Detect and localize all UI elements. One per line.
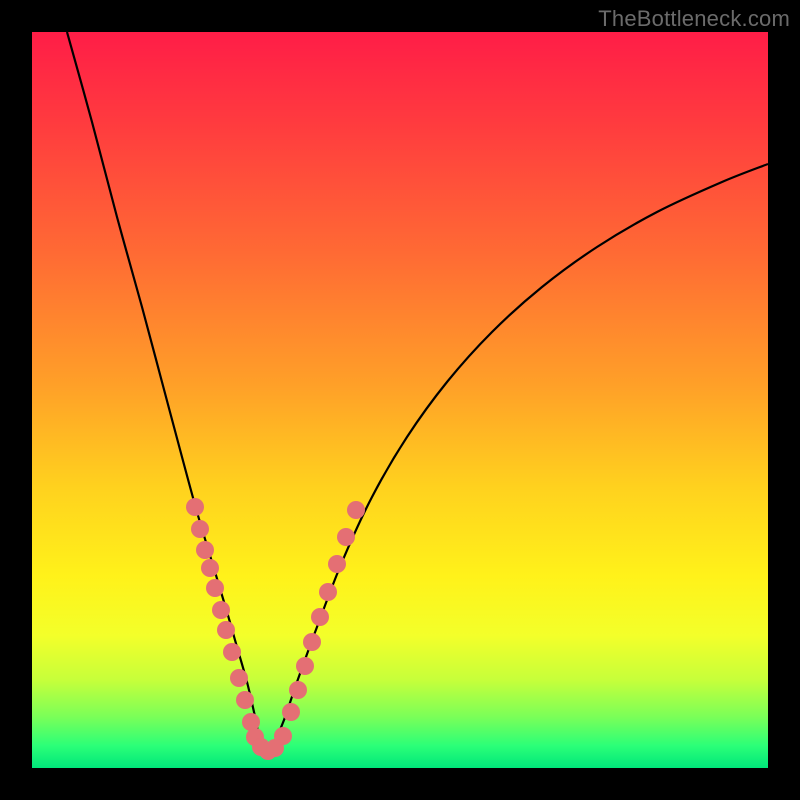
data-point bbox=[212, 601, 230, 619]
scatter-dots bbox=[186, 498, 365, 760]
data-point bbox=[311, 608, 329, 626]
data-point bbox=[223, 643, 241, 661]
data-point bbox=[186, 498, 204, 516]
data-point bbox=[196, 541, 214, 559]
data-point bbox=[206, 579, 224, 597]
data-point bbox=[337, 528, 355, 546]
plot-area bbox=[32, 32, 768, 768]
data-point bbox=[217, 621, 235, 639]
data-point bbox=[282, 703, 300, 721]
data-point bbox=[296, 657, 314, 675]
data-point bbox=[191, 520, 209, 538]
data-point bbox=[289, 681, 307, 699]
data-point bbox=[328, 555, 346, 573]
watermark-text: TheBottleneck.com bbox=[598, 6, 790, 32]
data-point bbox=[236, 691, 254, 709]
data-point bbox=[201, 559, 219, 577]
data-point bbox=[319, 583, 337, 601]
data-point bbox=[274, 727, 292, 745]
chart-svg bbox=[32, 32, 768, 768]
data-point bbox=[303, 633, 321, 651]
data-point bbox=[230, 669, 248, 687]
bottleneck-curve bbox=[67, 32, 768, 752]
data-point bbox=[347, 501, 365, 519]
chart-frame: TheBottleneck.com bbox=[0, 0, 800, 800]
